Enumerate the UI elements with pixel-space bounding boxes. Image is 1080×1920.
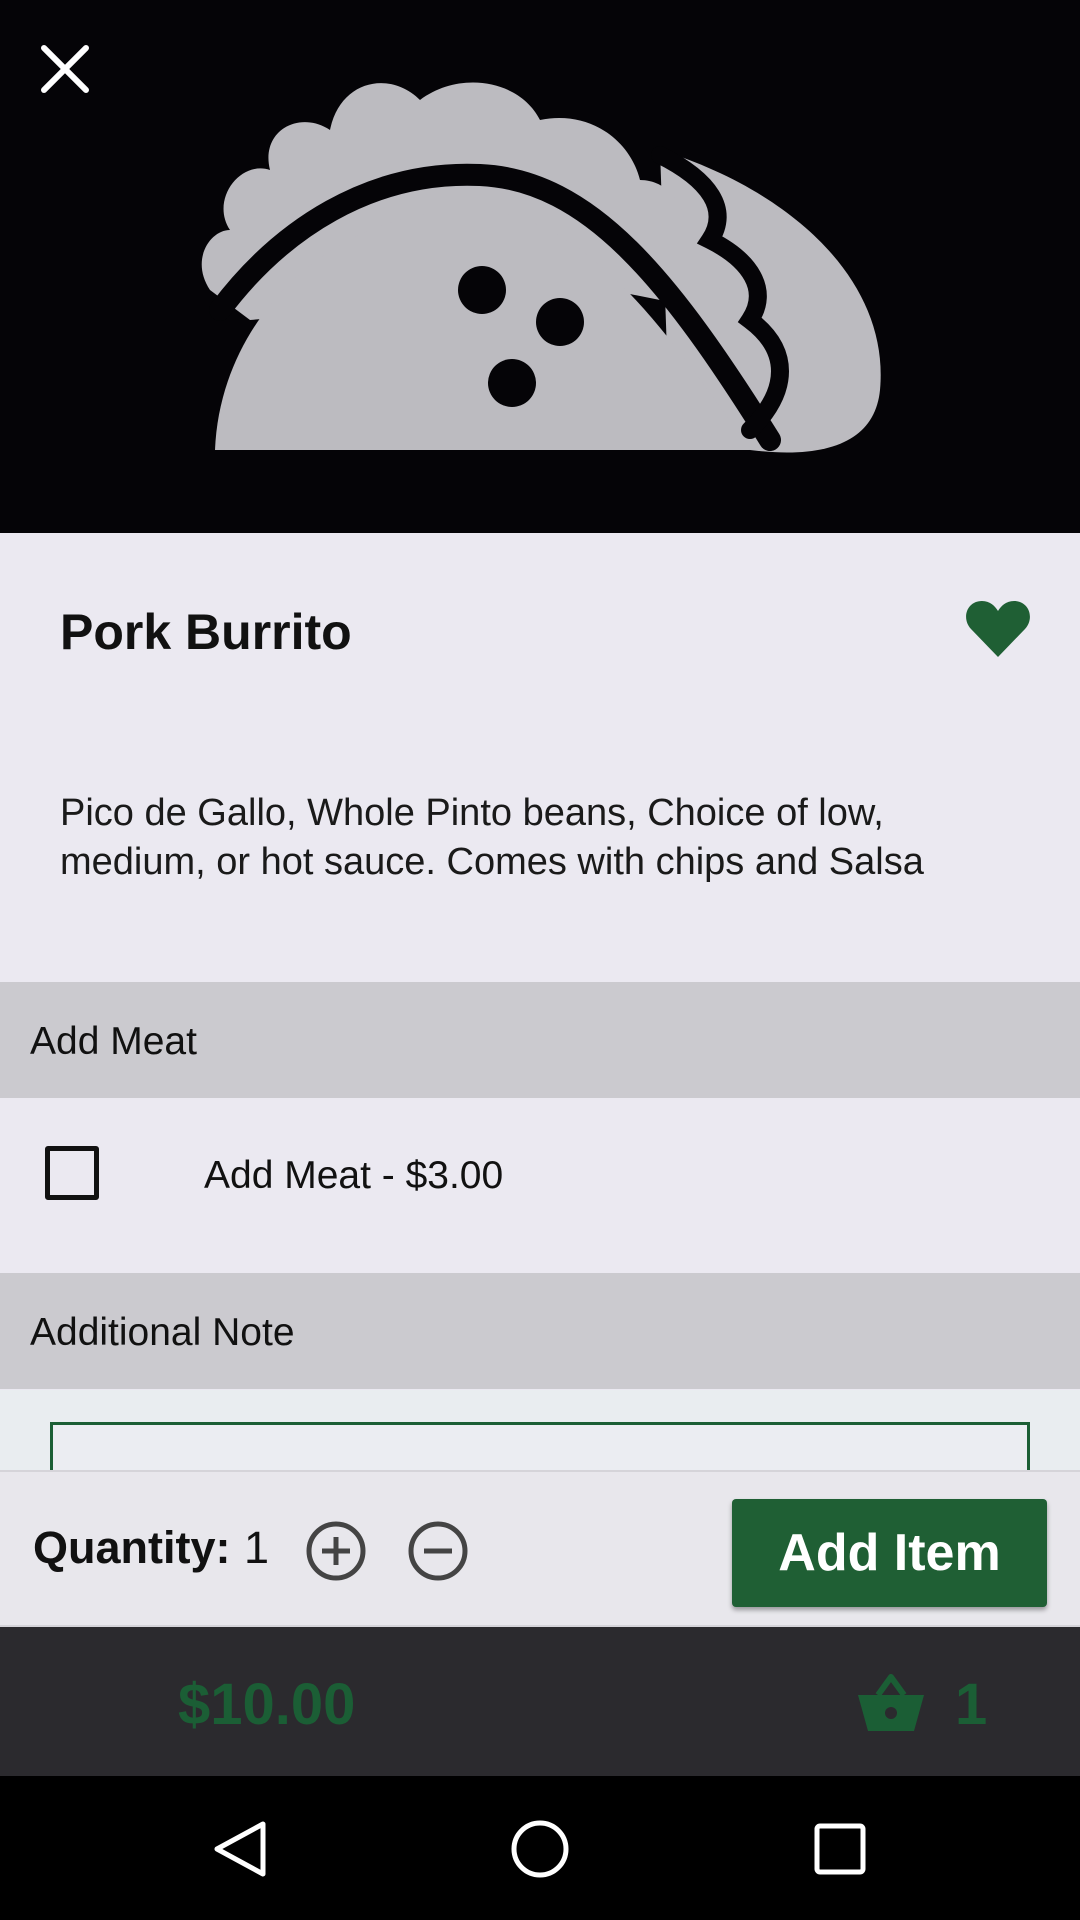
additional-note-header-label: Additional Note <box>30 1311 295 1354</box>
quantity-label: Quantity: <box>33 1522 231 1573</box>
taco-icon <box>201 82 881 453</box>
back-triangle-icon[interactable] <box>205 1814 275 1884</box>
hero-image-area <box>0 0 1080 533</box>
order-total: $10.00 <box>178 1672 356 1737</box>
basket-icon[interactable] <box>856 1671 926 1733</box>
item-description: Pico de Gallo, Whole Pinto beans, Choice… <box>60 792 924 883</box>
add-item-button[interactable]: Add Item <box>732 1499 1047 1607</box>
heart-icon[interactable] <box>965 599 1031 659</box>
quantity-value: 1 <box>244 1522 270 1573</box>
plus-circle-icon[interactable] <box>304 1519 368 1583</box>
add-meat-checkbox[interactable] <box>45 1146 99 1200</box>
item-detail-sheet: Pork Burrito Pico de Gallo, Whole Pinto … <box>0 533 1080 1470</box>
home-circle-icon[interactable] <box>505 1814 575 1884</box>
add-meat-option[interactable]: Add Meat - $3.00 <box>0 1098 1080 1273</box>
recents-square-icon[interactable] <box>805 1814 875 1884</box>
cart-count: 1 <box>955 1672 988 1737</box>
add-meat-header-label: Add Meat <box>30 1020 197 1063</box>
additional-note-input[interactable] <box>50 1422 1030 1470</box>
note-input-area <box>0 1390 1080 1470</box>
add-meat-option-label: Add Meat - $3.00 <box>204 1154 504 1197</box>
additional-note-header: Additional Note <box>0 1273 1080 1389</box>
minus-circle-icon[interactable] <box>406 1519 470 1583</box>
quantity-bar: Quantity: 1 Add Item <box>0 1470 1080 1627</box>
title-row: Pork Burrito <box>0 533 1080 733</box>
item-title: Pork Burrito <box>60 604 352 660</box>
add-meat-header: Add Meat <box>0 982 1080 1098</box>
close-icon[interactable] <box>36 40 94 98</box>
cart-footer: $10.00 1 <box>0 1627 1080 1776</box>
system-nav-bar <box>0 1776 1080 1920</box>
